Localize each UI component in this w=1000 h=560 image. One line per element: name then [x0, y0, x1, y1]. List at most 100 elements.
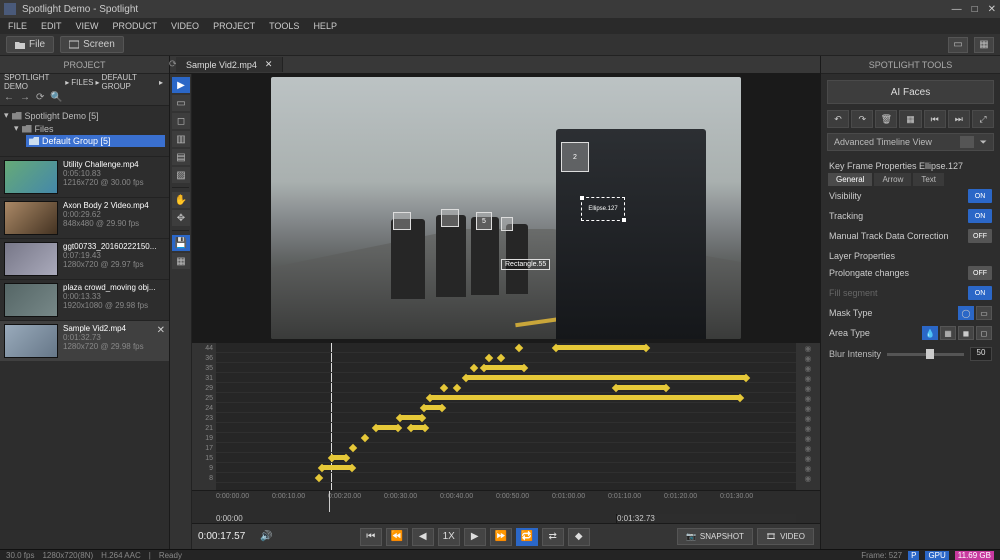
tab-text[interactable]: Text: [913, 173, 944, 186]
media-item[interactable]: Axon Body 2 Video.mp40:00:29.62848x480 @…: [0, 197, 169, 238]
skip-start-icon[interactable]: ⏮: [360, 528, 382, 546]
eye-icon[interactable]: ◉: [796, 443, 820, 453]
mask-rect-icon[interactable]: ▭: [976, 306, 992, 320]
advanced-timeline-toggle[interactable]: Advanced Timeline View⏷: [827, 133, 994, 151]
hand-tool-icon[interactable]: ✋: [172, 192, 190, 208]
undo-icon[interactable]: ↶: [827, 110, 849, 128]
blur-value[interactable]: 50: [970, 347, 992, 361]
tracking-toggle[interactable]: ON: [968, 209, 992, 223]
menu-file[interactable]: FILE: [8, 21, 27, 31]
menu-product[interactable]: PRODUCT: [113, 21, 158, 31]
eye-icon[interactable]: ◉: [796, 403, 820, 413]
eye-icon[interactable]: ◉: [796, 463, 820, 473]
eye-icon[interactable]: ◉: [796, 393, 820, 403]
grid-icon[interactable]: ▦: [899, 110, 921, 128]
speed-button[interactable]: 1X: [438, 528, 460, 546]
face-box[interactable]: [441, 209, 459, 227]
collapse-icon[interactable]: ⏷: [980, 137, 987, 148]
tab-arrow[interactable]: Arrow: [874, 173, 911, 186]
eye-icon[interactable]: ◉: [796, 453, 820, 463]
eye-icon[interactable]: ◉: [796, 363, 820, 373]
save-tool-icon[interactable]: 💾: [172, 235, 190, 251]
manual-track-toggle[interactable]: OFF: [968, 229, 992, 243]
ai-faces-button[interactable]: AI Faces: [827, 80, 994, 104]
area-pixelate-icon[interactable]: ▦: [940, 326, 956, 340]
eye-icon[interactable]: ◉: [796, 423, 820, 433]
eye-icon[interactable]: ◉: [796, 383, 820, 393]
video-export-button[interactable]: 🎞 VIDEO: [757, 528, 814, 545]
grid-tool-icon[interactable]: ▦: [172, 253, 190, 269]
close-button[interactable]: ✕: [988, 4, 996, 15]
area-outline-icon[interactable]: ◻: [976, 326, 992, 340]
crosshair-tool-icon[interactable]: ✥: [172, 210, 190, 226]
nav-search-icon[interactable]: 🔍: [50, 92, 62, 103]
track-body[interactable]: [216, 343, 796, 490]
nav-refresh-icon[interactable]: ⟳: [36, 92, 44, 103]
face-box[interactable]: 5: [476, 212, 492, 230]
prolongate-toggle[interactable]: OFF: [968, 266, 992, 280]
media-item[interactable]: plaza crowd_moving obj...0:00:13.331920x…: [0, 279, 169, 320]
vbar-tool-icon[interactable]: ▥: [172, 131, 190, 147]
file-button[interactable]: File: [6, 36, 54, 53]
eye-icon[interactable]: ◉: [796, 413, 820, 423]
redo-icon[interactable]: ↷: [851, 110, 873, 128]
hbar-tool-icon[interactable]: ▤: [172, 149, 190, 165]
monitor-icon[interactable]: ▭: [948, 37, 968, 53]
expand-icon[interactable]: ⤢: [972, 110, 994, 128]
screen-button[interactable]: Screen: [60, 36, 124, 53]
eye-icon[interactable]: ◉: [796, 353, 820, 363]
eye-icon[interactable]: ◉: [796, 343, 820, 353]
tree-default-group[interactable]: Default Group [5]: [26, 135, 165, 147]
media-item[interactable]: ggt00733_20160222150...0:07:19.431280x72…: [0, 238, 169, 279]
trash-icon[interactable]: 🗑: [875, 110, 897, 128]
menu-help[interactable]: HELP: [313, 21, 337, 31]
marker-icon[interactable]: ◆: [568, 528, 590, 546]
nav-back-icon[interactable]: ←: [4, 92, 14, 103]
menu-project[interactable]: PROJECT: [213, 21, 255, 31]
blur-slider[interactable]: [887, 353, 964, 356]
square-tool-icon[interactable]: ◻: [172, 113, 190, 129]
loop-icon[interactable]: 🔁: [516, 528, 538, 546]
pointer-tool-icon[interactable]: ▶: [172, 77, 190, 93]
tree-files[interactable]: ▾Files: [14, 122, 165, 135]
eye-icon[interactable]: ◉: [796, 373, 820, 383]
menu-video[interactable]: VIDEO: [171, 21, 199, 31]
menu-tools[interactable]: TOOLS: [269, 21, 299, 31]
face-box[interactable]: [393, 212, 411, 230]
play-icon[interactable]: ▶: [464, 528, 486, 546]
eye-icon[interactable]: ◉: [796, 433, 820, 443]
prev-kf-icon[interactable]: ⏮: [924, 110, 946, 128]
time-ruler[interactable]: 0:00:00.00 0:00:10.00 0:00:20.00 0:00:30…: [192, 490, 820, 512]
tree-root[interactable]: ▾Spotlight Demo [5]: [4, 109, 165, 122]
prev-frame-icon[interactable]: ⏪: [386, 528, 408, 546]
face-box[interactable]: 2: [561, 142, 589, 172]
fill-toggle[interactable]: ON: [968, 286, 992, 300]
close-icon[interactable]: ✕: [157, 325, 165, 336]
step-fwd-icon[interactable]: ⏩: [490, 528, 512, 546]
tab-close-icon[interactable]: ✕: [265, 59, 273, 70]
area-solid-icon[interactable]: ◼: [958, 326, 974, 340]
ellipse-selection[interactable]: Ellipse.127: [581, 197, 625, 221]
tab-general[interactable]: General: [828, 173, 872, 186]
step-back-icon[interactable]: ◀: [412, 528, 434, 546]
rect-tool-icon[interactable]: ▭: [172, 95, 190, 111]
media-item[interactable]: Utility Challenge.mp40:05:10.831216x720 …: [0, 156, 169, 197]
menu-view[interactable]: VIEW: [76, 21, 99, 31]
next-kf-icon[interactable]: ⏭: [948, 110, 970, 128]
media-item-selected[interactable]: Sample Vid2.mp40:01:32.731280x720 @ 29.9…: [0, 320, 169, 361]
maximize-button[interactable]: □: [972, 4, 978, 15]
minimize-button[interactable]: —: [952, 4, 962, 15]
mask-ellipse-icon[interactable]: ◯: [958, 306, 974, 320]
diag-tool-icon[interactable]: ▨: [172, 167, 190, 183]
breadcrumb[interactable]: SPOTLIGHT DEMO▸ FILES▸ DEFAULT GROUP▸: [0, 74, 169, 90]
eye-icon[interactable]: ◉: [796, 473, 820, 483]
playhead-icon[interactable]: [329, 491, 330, 512]
shuffle-icon[interactable]: ⇄: [542, 528, 564, 546]
menu-edit[interactable]: EDIT: [41, 21, 62, 31]
snapshot-button[interactable]: 📷 SNAPSHOT: [677, 528, 753, 545]
area-blur-icon[interactable]: 💧: [922, 326, 938, 340]
tab-active[interactable]: Sample Vid2.mp4✕: [176, 57, 283, 72]
nav-fwd-icon[interactable]: →: [20, 92, 30, 103]
video-viewer[interactable]: 5 2 Ellipse.127 Rectangle.55: [192, 74, 820, 342]
layout-icon[interactable]: ▦: [974, 37, 994, 53]
